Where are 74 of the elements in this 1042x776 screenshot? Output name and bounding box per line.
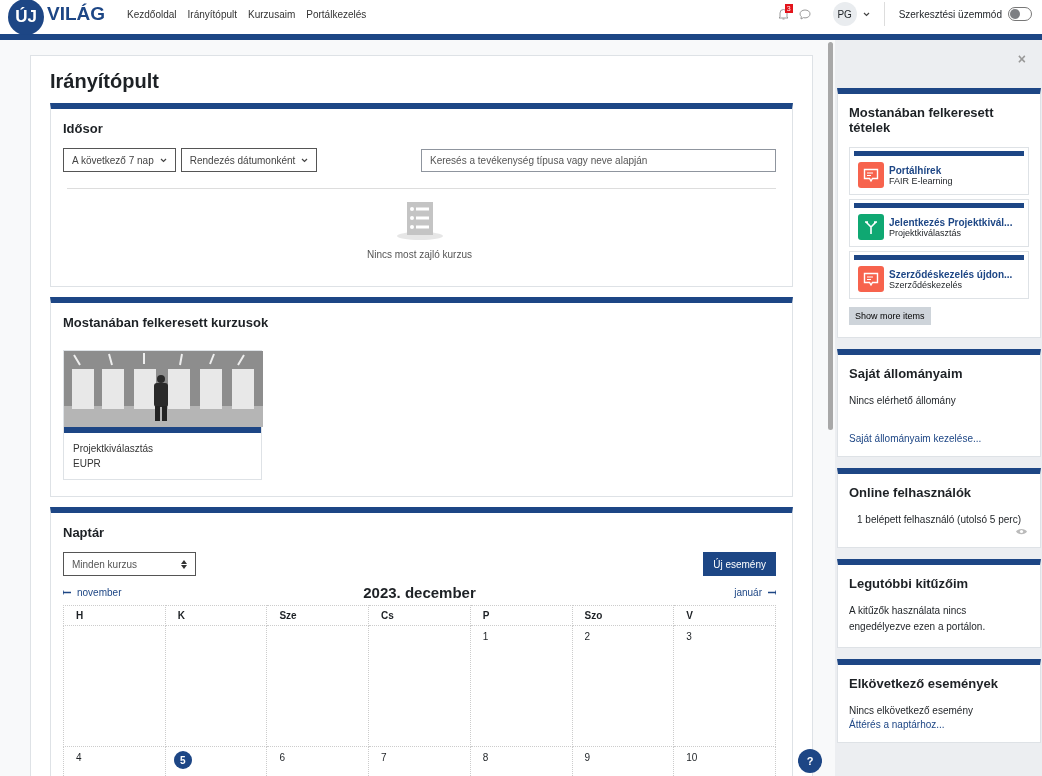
nav-link[interactable]: Kurzusaim [248, 8, 296, 20]
day-number[interactable]: 2 [584, 631, 591, 642]
prev-month-link[interactable]: november [63, 587, 364, 598]
block-title: Legutóbbi kitűzőim [849, 576, 970, 591]
nav-link[interactable]: Irányítópult [187, 8, 238, 20]
user-avatar[interactable]: PG [832, 2, 857, 26]
block-text: A kitűzők használata nincs engedélyezve ezen a portálon. [849, 604, 987, 634]
item-subtitle: FAIR E-learning [889, 175, 953, 186]
block-title: Elkövetkező események [849, 676, 999, 691]
chat-icon[interactable] [798, 8, 811, 20]
course-select[interactable]: Minden kurzus [63, 552, 196, 576]
day-number[interactable]: 1 [482, 631, 489, 642]
chevron-down-icon [159, 157, 167, 163]
block-link[interactable]: Saját állományaim kezelése... [849, 433, 1029, 444]
block-link[interactable]: Áttérés a naptárhoz... [849, 719, 1029, 730]
recent-item-card[interactable]: Jelentkezés Projektkivál... Projektkiválasztás [849, 199, 1029, 247]
course-card[interactable]: Projektkiválasztás EUPR [63, 350, 262, 480]
arrow-left-icon [63, 590, 72, 595]
block-title: Mostanában felkeresett tételek [849, 105, 995, 135]
day-number[interactable]: 3 [686, 631, 692, 642]
logo-mark[interactable]: ÚJ [8, 0, 44, 35]
block-title: Mostanában felkeresett kurzusok [63, 315, 270, 330]
recent-item-card[interactable]: Szerződéskezelés újdon... Szerződéskezelés [849, 251, 1029, 299]
search-field[interactable]: Keresés a tevékenység típusa vagy neve alapján [421, 148, 776, 172]
bell-icon[interactable] [777, 8, 789, 20]
block-title: Online felhasználók [849, 485, 973, 500]
weekday-header: V [673, 605, 776, 626]
day-number[interactable]: 8 [482, 752, 489, 763]
filter-dropdown[interactable]: Rendezés dátumonként [180, 148, 318, 172]
arrow-right-icon [767, 590, 776, 595]
page-title: Irányítópult [50, 70, 160, 93]
item-title-link[interactable]: Szerződéskezelés újdon... [889, 268, 1013, 280]
nav-link[interactable]: Kezdőoldal [127, 8, 177, 20]
list-document-icon [395, 201, 444, 241]
day-number[interactable]: 7 [381, 752, 387, 763]
weekday-header: K [165, 605, 267, 626]
today-date-marker[interactable]: 5 [173, 751, 192, 769]
block-title: Saját állományaim [849, 366, 964, 381]
weekday-header: P [470, 605, 572, 626]
item-title-link[interactable]: Portálhírek [889, 164, 953, 176]
block-title: Idősor [63, 121, 104, 136]
show-more-button[interactable]: Show more items [849, 307, 931, 325]
recent-item-card[interactable]: Portálhírek FAIR E-learning [849, 147, 1029, 195]
logo-text[interactable]: VILÁG [47, 3, 106, 25]
day-number[interactable]: 6 [279, 752, 285, 763]
block-text: Nincs elkövetkező esemény [849, 704, 974, 718]
edit-mode-label: Szerkesztési üzemmód [898, 8, 1002, 20]
chevron-down-icon [301, 157, 309, 163]
weekday-header: Cs [368, 605, 471, 626]
scrollbar-thumb[interactable] [828, 42, 833, 430]
eye-icon[interactable] [1016, 528, 1027, 535]
filter-dropdown[interactable]: A következő 7 nap [63, 148, 176, 172]
weekday-header: Szo [572, 605, 674, 626]
weekday-header: Sze [266, 605, 369, 626]
sort-arrows-icon [181, 559, 187, 569]
item-subtitle: Projektkiválasztás [889, 227, 962, 238]
day-number[interactable]: 9 [584, 752, 591, 763]
next-month-link[interactable]: január [475, 587, 776, 598]
block-text: Nincs elérhető állomány [849, 394, 957, 408]
day-number[interactable]: 4 [76, 752, 82, 763]
day-number[interactable]: 10 [686, 752, 698, 763]
block-title: Naptár [63, 525, 106, 540]
edit-mode-switch[interactable] [1008, 7, 1032, 21]
course-category: EUPR [73, 458, 102, 469]
month-title: 2023. december [363, 584, 476, 601]
block-text: 1 belépett felhasználó (utolsó 5 perc) [856, 513, 1022, 527]
course-name[interactable]: Projektkiválasztás [73, 443, 252, 454]
nav-link[interactable]: Portálkezelés [306, 8, 367, 20]
item-title-link[interactable]: Jelentkezés Projektkivál... [889, 216, 1013, 228]
empty-state-text: Nincs most zajló kurzus [367, 249, 472, 260]
weekday-header: H [63, 605, 166, 626]
item-subtitle: Szerződéskezelés [889, 279, 964, 290]
chevron-down-icon [862, 11, 870, 17]
new-event-button[interactable]: Új esemény [703, 552, 776, 576]
